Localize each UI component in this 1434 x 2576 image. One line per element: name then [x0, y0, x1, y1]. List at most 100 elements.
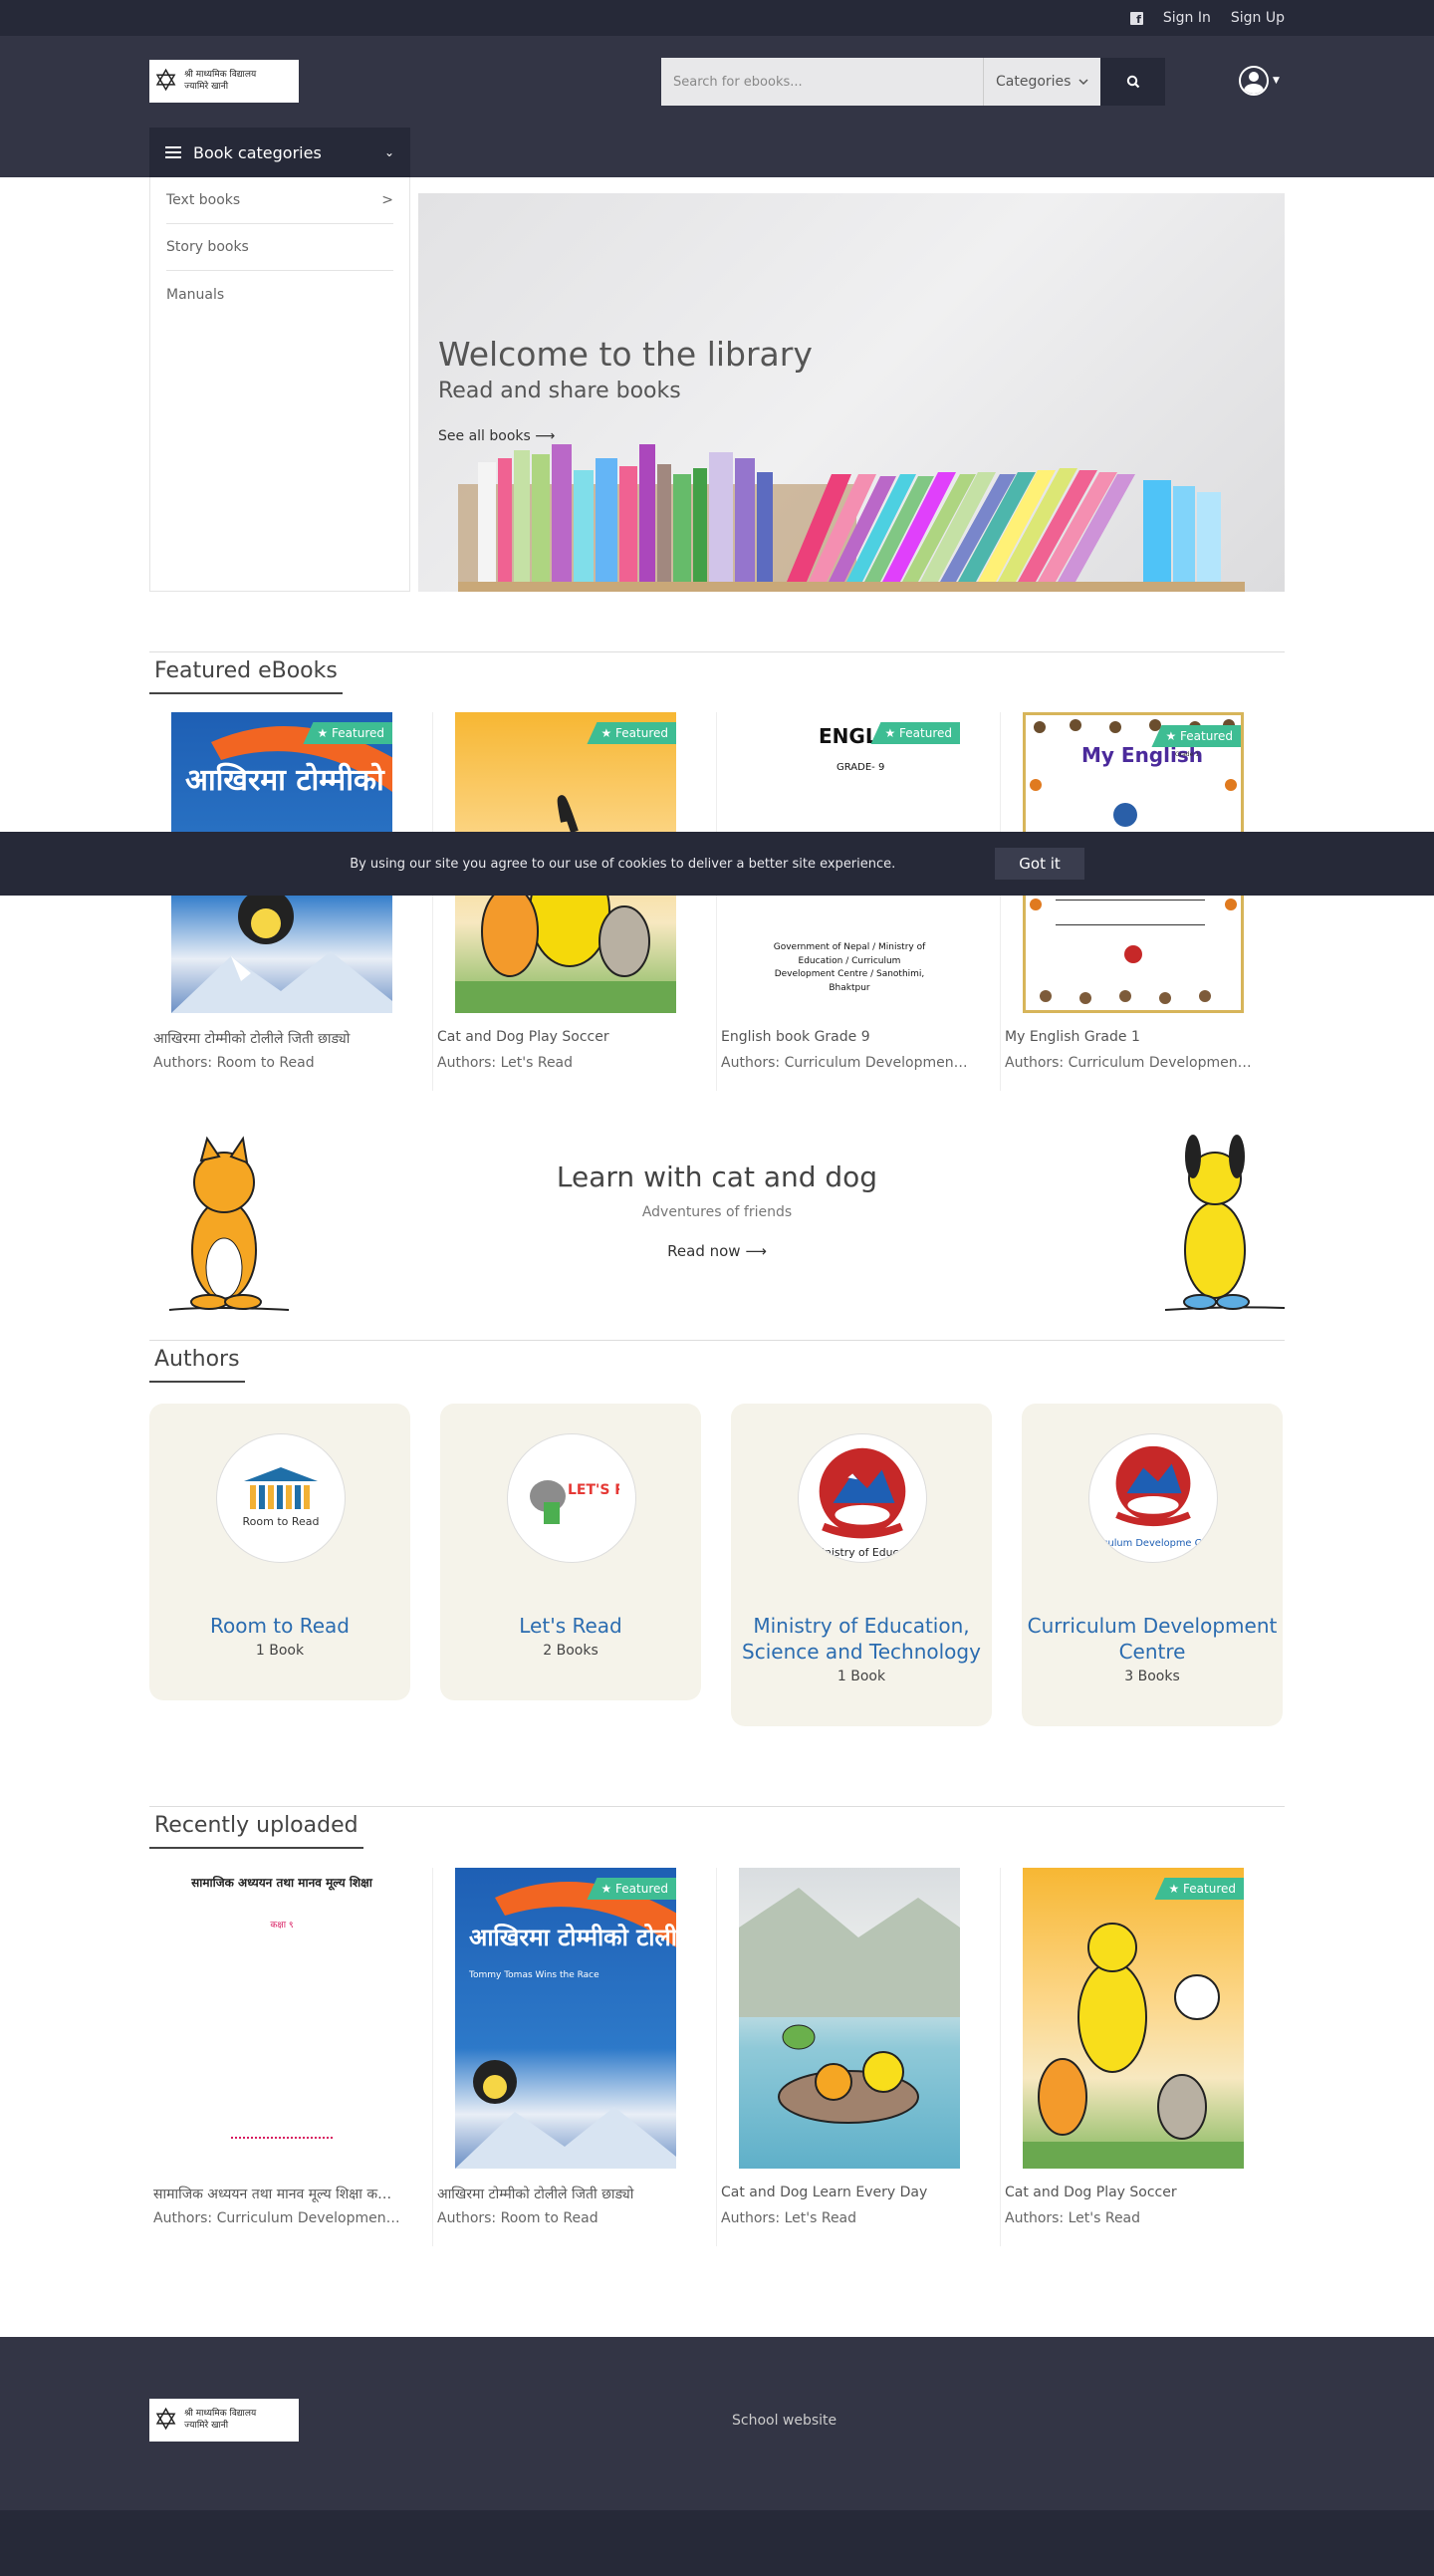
- book-authors[interactable]: Authors: Curriculum Development Centre: [153, 2210, 402, 2226]
- book-title[interactable]: आखिरमा टोम्मीको टोलीले जिती छाड्यो: [153, 1029, 402, 1048]
- footer: ✡ श्री माध्यमिक विद्यालय ज्यामिरे खानी S…: [0, 2337, 1434, 2510]
- user-avatar-icon: [1239, 66, 1269, 96]
- author-card[interactable]: Ministry of Educati Ministry of Educatio…: [731, 1404, 992, 1726]
- book-title[interactable]: सामाजिक अध्ययन तथा मानव मूल्य शिक्षा कक्…: [153, 2185, 402, 2203]
- chevron-right-icon: >: [381, 192, 393, 208]
- cover-title: आखिरमा टोम्मीको टोलीले: [185, 762, 392, 798]
- book-card[interactable]: सामाजिक अध्ययन तथा मानव मूल्य शिक्षा कक्…: [149, 1868, 433, 2246]
- book-cover[interactable]: सामाजिक अध्ययन तथा मानव मूल्य शिक्षा कक्…: [171, 1868, 392, 2169]
- book-card[interactable]: ENGLISH GRADE- 9 Government of Nepal / M…: [717, 712, 1001, 1091]
- book-cover[interactable]: ★ Featured: [1023, 1868, 1244, 2169]
- author-logo: Room to Read: [216, 1433, 346, 1563]
- featured-books: आखिरमा टोम्मीको टोलीले ★ Featured आखिरमा…: [149, 712, 1285, 1091]
- top-bar: f Sign In Sign Up: [0, 0, 1434, 36]
- star-of-david-icon: ✡: [153, 63, 179, 99]
- dog-illustration: [1164, 1135, 1285, 1311]
- bookshelf-illustration: [458, 444, 1245, 592]
- cover-footer: [231, 2137, 333, 2157]
- cookie-banner: By using our site you agree to our use o…: [0, 832, 1434, 896]
- promo-subtitle: Adventures of friends: [641, 1204, 793, 1220]
- book-card[interactable]: ★ Featured Cat and Dog Play Soccer Autho…: [1001, 1868, 1285, 2246]
- search-bar: Search for ebooks... Categories: [661, 58, 1165, 106]
- book-authors[interactable]: Authors: Let's Read: [1005, 2210, 1254, 2226]
- book-card[interactable]: ★ Featured Cat and Dog Play Soccer Autho…: [433, 712, 717, 1091]
- search-button[interactable]: [1100, 58, 1165, 106]
- author-logo: LET'S READ!: [507, 1433, 636, 1563]
- author-card[interactable]: Curriculum Developme Center Curriculum D…: [1022, 1404, 1283, 1726]
- featured-heading: Featured eBooks: [149, 651, 1285, 695]
- school-website-link[interactable]: School website: [732, 2413, 836, 2429]
- book-card[interactable]: My English Grade 1 ★ Featured My English…: [1001, 712, 1285, 1091]
- book-cover[interactable]: आखिरमा टोम्मीको टोलीले जिती छाड्यो Tommy…: [455, 1868, 676, 2169]
- header: ✡ श्री माध्यमिक विद्यालय ज्यामिरे खानी S…: [0, 36, 1434, 177]
- svg-text:Ministry of Educati: Ministry of Educati: [813, 1546, 913, 1559]
- book-title[interactable]: Cat and Dog Play Soccer: [1005, 2185, 1254, 2200]
- book-authors[interactable]: Authors: Curriculum Development Centre: [721, 1055, 970, 1071]
- featured-badge: ★ Featured: [587, 722, 676, 744]
- author-name[interactable]: Let's Read: [440, 1613, 701, 1639]
- author-name[interactable]: Ministry of Education, Science and Techn…: [731, 1613, 992, 1665]
- book-authors[interactable]: Authors: Let's Read: [721, 2210, 970, 2226]
- book-authors[interactable]: Authors: Room to Read: [437, 2210, 686, 2226]
- author-card[interactable]: Room to Read Room to Read 1 Book: [149, 1404, 410, 1700]
- lets-read-logo-icon: LET'S READ!: [530, 1480, 619, 1524]
- featured-badge: ★ Featured: [1154, 1878, 1244, 1900]
- logo-line-1: श्री माध्यमिक विद्यालय: [184, 70, 257, 81]
- book-title[interactable]: आखिरमा टोम्मीको टोलीले जिती छाड्यो: [437, 2185, 686, 2203]
- book-title[interactable]: My English Grade 1: [1005, 1029, 1254, 1045]
- book-authors[interactable]: Authors: Room to Read: [153, 1055, 402, 1071]
- footer-logo[interactable]: ✡ श्री माध्यमिक विद्यालय ज्यामिरे खानी: [149, 2399, 299, 2442]
- hero-area: Text books > Story books Manuals Welcome…: [149, 177, 1285, 592]
- logo-line-1: श्री माध्यमिक विद्यालय: [184, 2409, 257, 2420]
- author-name[interactable]: Curriculum Development Centre: [1022, 1613, 1283, 1665]
- cookie-accept-button[interactable]: Got it: [995, 848, 1084, 880]
- book-categories-button[interactable]: Book categories ⌄: [149, 128, 410, 177]
- promo-banner: Learn with cat and dog Adventures of fri…: [149, 1101, 1285, 1340]
- category-item-story-books[interactable]: Story books: [166, 224, 393, 271]
- authors-list: Room to Read Room to Read 1 Book LET'S R…: [149, 1404, 1285, 1726]
- read-now-link[interactable]: Read now ⟶: [149, 1242, 1285, 1260]
- book-authors[interactable]: Authors: Let's Read: [437, 1055, 686, 1071]
- author-card[interactable]: LET'S READ! Let's Read 2 Books: [440, 1404, 701, 1700]
- cover-subtitle: कक्षा ९: [270, 1921, 294, 1931]
- river-illustration: [739, 1888, 960, 2124]
- room-to-read-logo-icon: Room to Read: [243, 1467, 320, 1528]
- featured-badge: ★ Featured: [303, 722, 392, 744]
- cookie-text: By using our site you agree to our use o…: [350, 856, 896, 872]
- book-card[interactable]: Cat and Dog Learn Every Day Authors: Let…: [717, 1868, 1001, 2246]
- search-input[interactable]: Search for ebooks...: [661, 58, 983, 106]
- author-logo: Ministry of Educati: [798, 1433, 927, 1563]
- recent-books: सामाजिक अध्ययन तथा मानव मूल्य शिक्षा कक्…: [149, 1868, 1285, 2246]
- promo-title: Learn with cat and dog: [556, 1160, 878, 1193]
- caret-down-icon: ▼: [1273, 76, 1280, 86]
- user-menu[interactable]: ▼: [1239, 66, 1280, 96]
- category-item-manuals[interactable]: Manuals: [166, 271, 393, 318]
- facebook-icon[interactable]: f: [1129, 11, 1143, 25]
- featured-badge: ★ Featured: [1151, 725, 1241, 747]
- book-card[interactable]: आखिरमा टोम्मीको टोलीले ★ Featured आखिरमा…: [149, 712, 433, 1091]
- parachute-illustration: आखिरमा टोम्मीको टोलीले जिती छाड्यो Tommy…: [455, 1882, 676, 2169]
- recent-heading: Recently uploaded: [149, 1806, 1285, 1850]
- book-authors[interactable]: Authors: Curriculum Development Centre: [1005, 1055, 1254, 1071]
- see-all-books-link[interactable]: See all books ⟶: [438, 428, 555, 444]
- school-logo[interactable]: ✡ श्री माध्यमिक विद्यालय ज्यामिरे खानी: [149, 60, 299, 103]
- hero-title: Welcome to the library: [438, 335, 813, 374]
- cover-publisher: Government of Nepal / Ministry of Educat…: [773, 942, 926, 993]
- categories-select[interactable]: Categories: [983, 58, 1100, 106]
- book-card[interactable]: आखिरमा टोम्मीको टोलीले जिती छाड्यो Tommy…: [433, 1868, 717, 2246]
- author-name[interactable]: Room to Read: [149, 1613, 410, 1639]
- sign-in-link[interactable]: Sign In: [1163, 10, 1211, 26]
- chevron-down-icon: ⌄: [383, 145, 394, 159]
- category-item-text-books[interactable]: Text books >: [166, 177, 393, 224]
- book-cover[interactable]: [739, 1868, 960, 2169]
- book-title[interactable]: Cat and Dog Learn Every Day: [721, 2185, 970, 2200]
- sign-up-link[interactable]: Sign Up: [1231, 10, 1285, 26]
- nepal-emblem-icon: Curriculum Developme Center: [1089, 1445, 1217, 1549]
- star-of-david-icon: ✡: [153, 2402, 179, 2438]
- hero-banner: Welcome to the library Read and share bo…: [418, 193, 1285, 592]
- author-book-count: 1 Book: [255, 1643, 305, 1659]
- book-title[interactable]: Cat and Dog Play Soccer: [437, 1029, 686, 1045]
- footer-bottom-bar: [0, 2510, 1434, 2576]
- book-title[interactable]: English book Grade 9: [721, 1029, 970, 1045]
- logo-line-2: ज्यामिरे खानी: [184, 2420, 229, 2431]
